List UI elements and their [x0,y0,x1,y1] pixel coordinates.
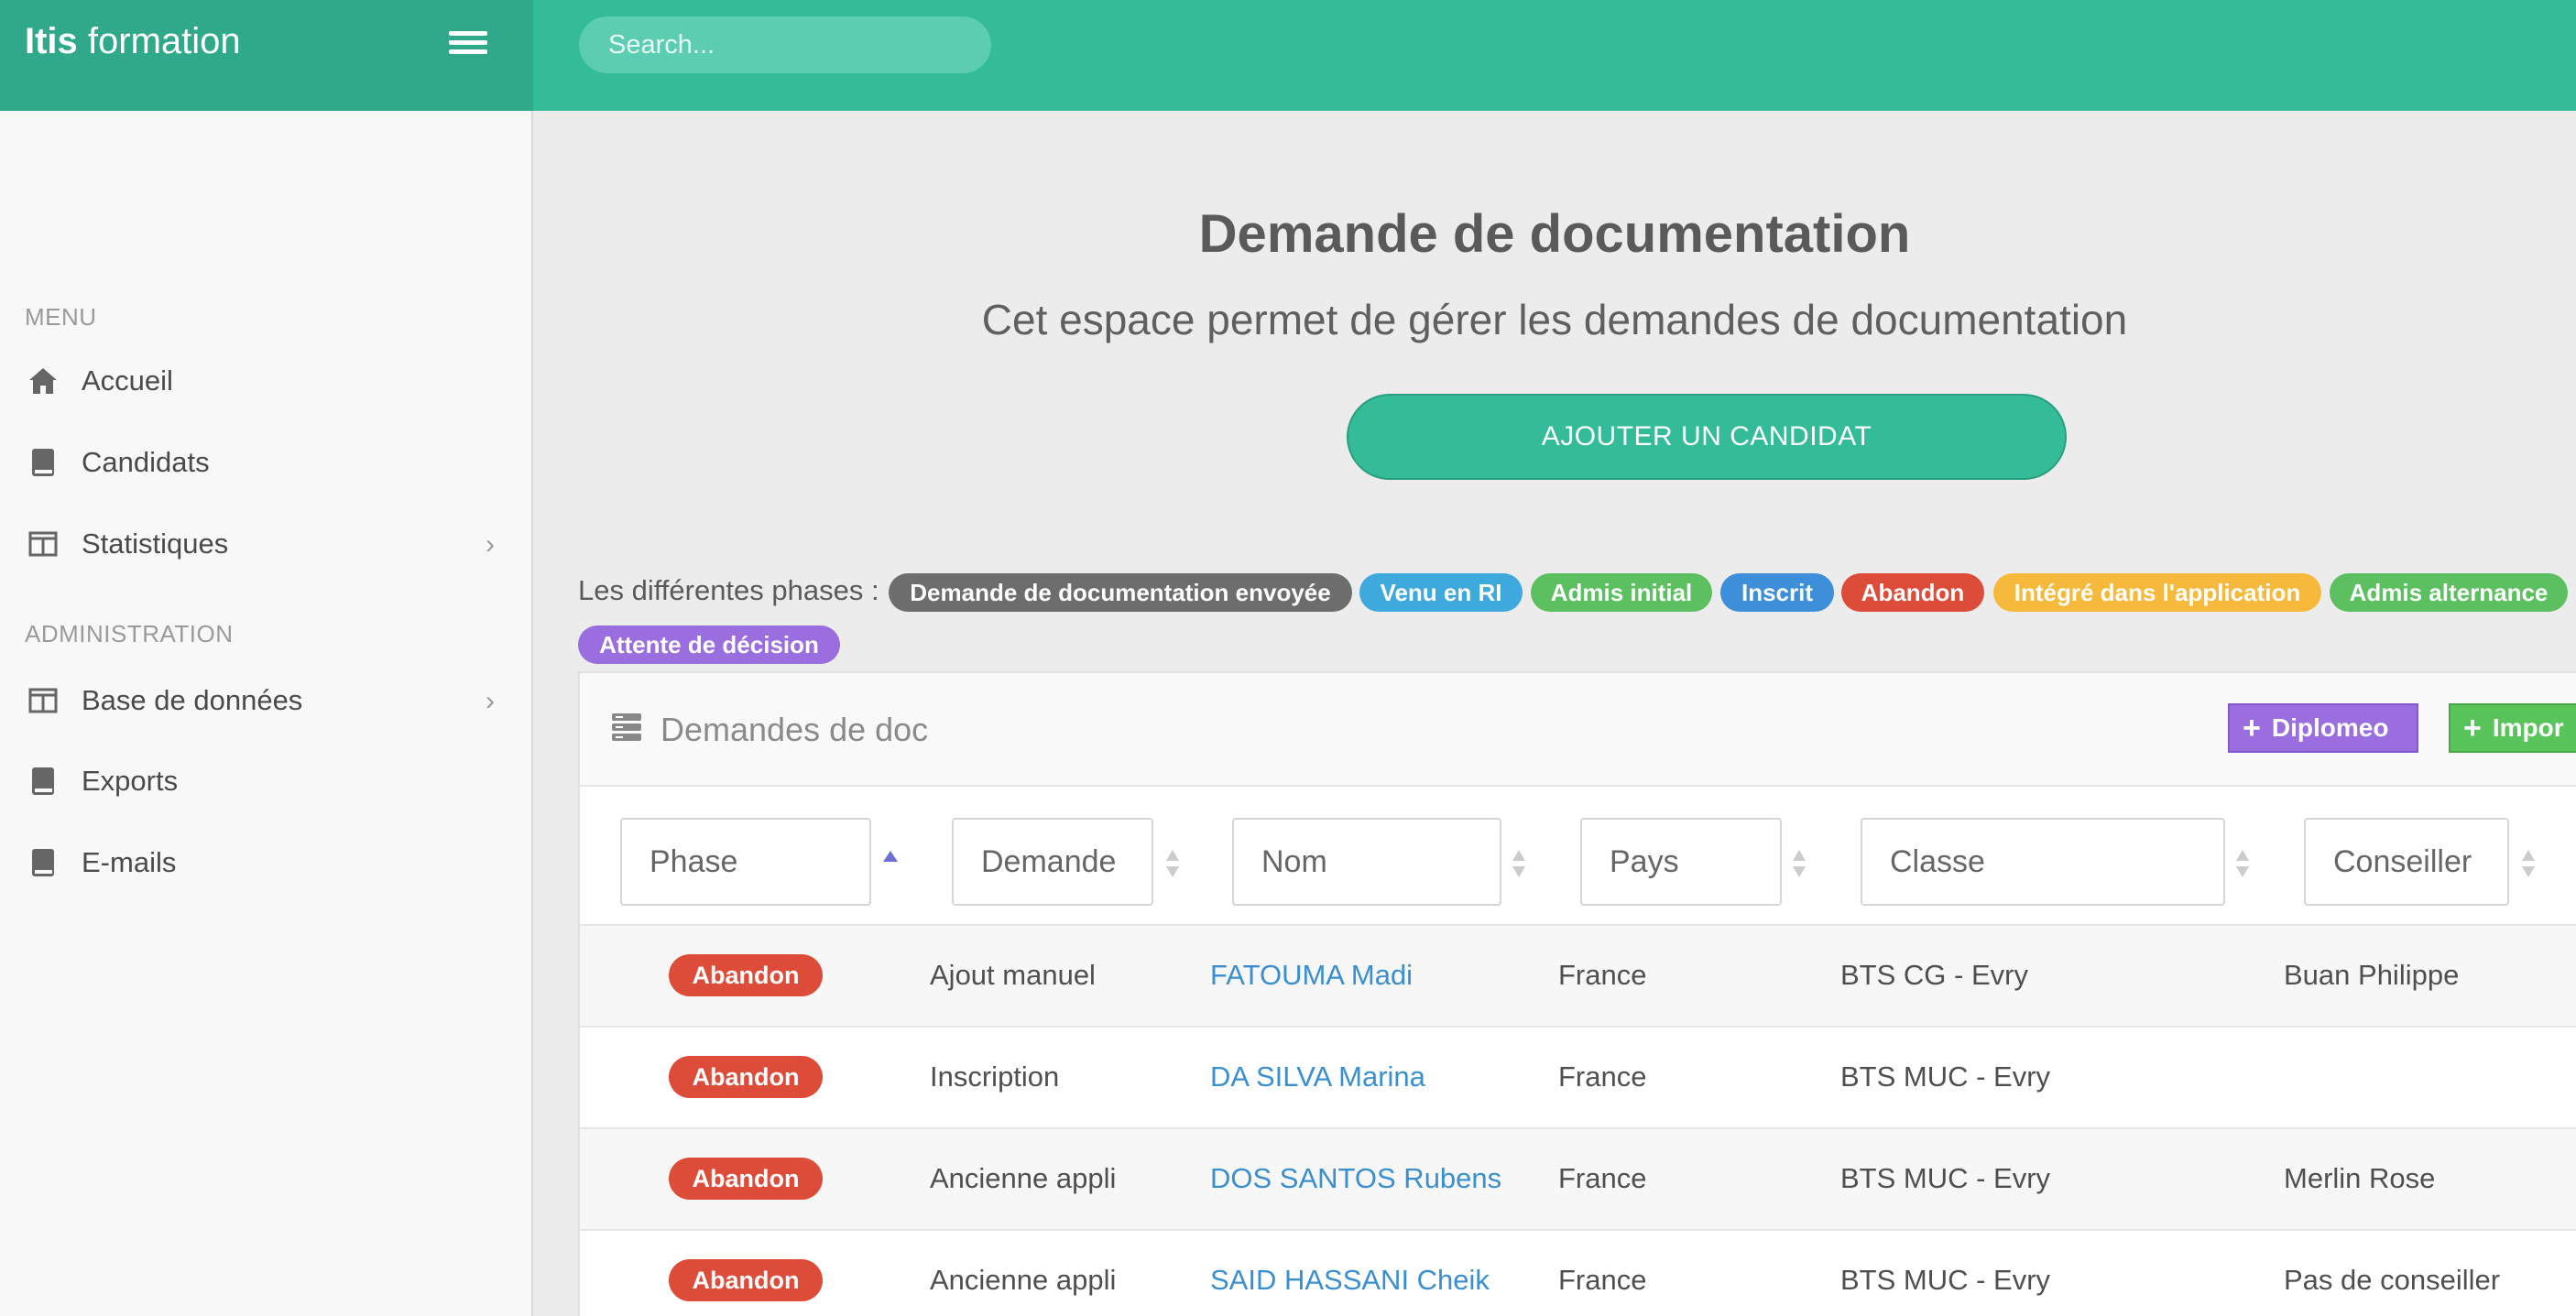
phase-badge-documentation: Demande de documentation envoyée [889,573,1352,612]
sidebar-item-label: Exports [82,765,179,797]
cell-pays: France [1558,1264,1647,1296]
sidebar-item-candidats[interactable]: Candidats [0,426,531,499]
card-title: Demandes de doc [660,711,929,748]
page-subtitle: Cet espace permet de gérer les demandes … [981,296,2128,343]
search-input[interactable] [579,16,991,73]
status-badge: Abandon [669,1158,823,1200]
filter-conseiller-input[interactable] [2304,818,2509,906]
sort-asc-icon[interactable] [882,847,899,880]
sidebar-item-label: Candidats [82,446,210,478]
book-icon [27,847,59,878]
table-row[interactable]: Abandon Ajout manuel FATOUMA Madi France… [580,924,2576,1026]
sidebar-item-label: Statistiques [82,527,229,560]
sort-icon[interactable] [1791,847,1807,880]
cell-classe: BTS MUC - Evry [1840,1060,2051,1093]
columns-icon [27,685,59,716]
sidebar-item-exports[interactable]: Exports [0,745,531,818]
brand-bold: Itis [25,21,78,61]
sidebar-section-menu: MENU [25,303,97,331]
page-title: Demande de documentation [1198,204,1911,264]
filter-nom-input[interactable] [1232,818,1501,906]
sort-icon[interactable] [1511,847,1527,880]
requests-card: Demandes de doc + Diplomeo + Impor Aband… [578,671,2576,1316]
brand-logo[interactable]: Itis formation [25,21,241,62]
columns-icon [27,528,59,560]
sidebar-section-administration: ADMINISTRATION [25,620,234,647]
cell-demande: Ajout manuel [930,959,1096,991]
add-candidate-button[interactable]: AJOUTER UN CANDIDAT [1347,394,2067,480]
book-icon [27,766,59,797]
cell-nom-link[interactable]: SAID HASSANI Cheik [1210,1264,1490,1297]
status-badge: Abandon [669,1259,823,1301]
brand-rest: formation [77,21,241,61]
sidebar-item-base-de-donnees[interactable]: Base de données › [0,664,531,737]
sort-icon[interactable] [2234,847,2251,880]
sort-icon[interactable] [2520,847,2537,880]
cell-classe: BTS MUC - Evry [1840,1162,2051,1194]
diplomeo-button[interactable]: + Diplomeo [2228,703,2418,753]
import-button[interactable]: + Impor [2449,703,2576,753]
import-label: Impor [2492,713,2564,742]
table-row[interactable]: Abandon Inscription DA SILVA Marina Fran… [580,1026,2576,1127]
phase-badge-venu-en-ri: Venu en RI [1359,573,1523,612]
sidebar-item-e-mails[interactable]: E-mails [0,826,531,899]
cell-conseiller: Pas de conseiller [2284,1264,2501,1296]
cell-classe: BTS CG - Evry [1840,959,2028,991]
menu-toggle-icon[interactable] [449,31,487,55]
home-icon [27,365,59,397]
phase-badge-abandon: Abandon [1841,573,1984,612]
cell-pays: France [1558,1162,1647,1194]
table-row[interactable]: Abandon Ancienne appli DOS SANTOS Rubens… [580,1127,2576,1229]
status-badge: Abandon [669,1056,823,1098]
server-icon [612,713,641,741]
filter-classe-input[interactable] [1861,818,2225,906]
book-icon [27,447,59,478]
phases-label: Les différentes phases : [578,574,879,606]
sidebar-item-label: Base de données [82,684,303,716]
cell-nom-link[interactable]: DOS SANTOS Rubens [1210,1162,1501,1195]
phase-badge-integre: Intégré dans l'application [1993,573,2321,612]
phase-badge-admis-alternance: Admis alternance [2330,573,2568,612]
cell-conseiller: Merlin Rose [2284,1162,2436,1194]
cell-demande: Ancienne appli [930,1162,1117,1194]
filter-pays-input[interactable] [1580,818,1782,906]
sort-icon[interactable] [1164,847,1181,880]
phase-badge-inscrit: Inscrit [1720,573,1834,612]
cell-pays: France [1558,959,1647,991]
cell-nom-link[interactable]: FATOUMA Madi [1210,959,1413,992]
cell-pays: France [1558,1060,1647,1093]
sidebar: MENU Accueil Candidats Statistiques › AD… [0,111,533,1316]
table-row[interactable]: Abandon Ancienne appli SAID HASSANI Chei… [580,1229,2576,1316]
chevron-right-icon: › [486,529,495,560]
cell-demande: Inscription [930,1060,1060,1093]
sidebar-item-label: E-mails [82,846,177,878]
phase-badge-admis-initial: Admis initial [1531,573,1712,612]
brand-header: Itis formation [0,0,533,111]
sidebar-item-label: Accueil [82,364,173,397]
cell-demande: Ancienne appli [930,1264,1117,1296]
top-navbar [533,0,2576,111]
plus-icon: + [2243,711,2261,745]
sidebar-item-statistiques[interactable]: Statistiques › [0,507,531,581]
chevron-right-icon: › [486,686,495,716]
card-header: Demandes de doc + Diplomeo + Impor [580,673,2576,787]
cell-conseiller: Buan Philippe [2284,959,2460,991]
sidebar-item-accueil[interactable]: Accueil [0,344,531,418]
app-window: Itis formation MENU Accueil Candidats [0,0,2576,1316]
phase-badge-attente-decision: Attente de décision [578,625,840,664]
plus-icon: + [2463,711,2482,745]
filter-demande-input[interactable] [952,818,1153,906]
cell-classe: BTS MUC - Evry [1840,1264,2051,1296]
filter-phase-input[interactable] [620,818,871,906]
diplomeo-label: Diplomeo [2271,713,2389,742]
status-badge: Abandon [669,954,823,996]
cell-nom-link[interactable]: DA SILVA Marina [1210,1060,1425,1093]
